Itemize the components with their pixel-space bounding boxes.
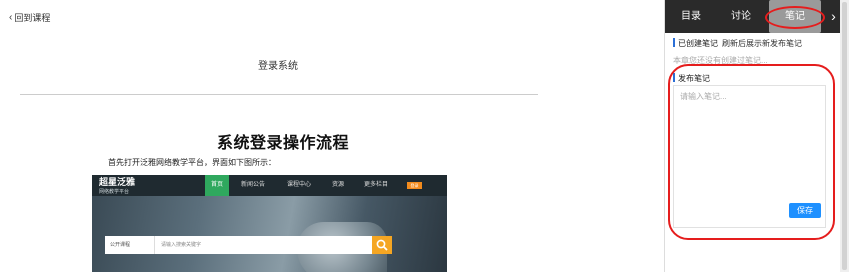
screenshot-nav-item: 课程中心	[286, 182, 311, 188]
back-label: 回到课程	[14, 13, 51, 23]
screenshot-nav-item: 首页	[205, 175, 229, 196]
screenshot-search-placeholder: 请输入搜索关键字	[161, 242, 202, 248]
screenshot-nav-item: 新闻公告	[240, 182, 265, 188]
back-to-course-link[interactable]: ‹ 回到课程	[9, 11, 50, 24]
scrollbar[interactable]	[840, 0, 849, 272]
annotation-ellipse-tab	[765, 6, 825, 29]
screenshot-search-bar: 公开课程 请输入搜索关键字	[105, 236, 385, 254]
screenshot-badge: 登录	[407, 182, 422, 189]
chevron-right-icon[interactable]: ›	[826, 0, 841, 33]
refresh-hint: 刷新后展示新发布笔记	[722, 39, 802, 48]
notes-side-panel: 目录 讨论 笔记 › 已创建笔记 刷新后展示新发布笔记 本章您还没有创建过笔记..…	[664, 0, 841, 272]
screenshot-search-button	[372, 236, 392, 254]
screenshot-nav-item: 更多栏目	[363, 182, 388, 188]
screenshot-logo-text: 超星泛雅	[99, 177, 136, 187]
document-intro: 首先打开泛雅网络教学平台，界面如下图所示：	[108, 158, 276, 167]
chapter-title: 登录系统	[258, 61, 298, 72]
screenshot-logo: 超星泛雅 网络教学平台	[99, 177, 135, 197]
screenshot-nav-item: 资源	[331, 182, 344, 188]
screenshot-hero-image	[92, 196, 447, 272]
screenshot-navbar: 超星泛雅 网络教学平台 首页 新闻公告 课程中心 资源 更多栏目 登录	[92, 175, 447, 196]
created-notes-header: 已创建笔记 刷新后展示新发布笔记	[673, 38, 802, 49]
tab-catalog[interactable]: 目录	[675, 0, 707, 33]
annotation-ellipse-compose	[668, 64, 835, 240]
tab-discussion[interactable]: 讨论	[725, 0, 757, 33]
platform-screenshot: 超星泛雅 网络教学平台 首页 新闻公告 课程中心 资源 更多栏目 登录 公开课程…	[92, 175, 447, 272]
scrollbar-thumb[interactable]	[842, 2, 847, 270]
screenshot-search-scope: 公开课程	[105, 236, 155, 254]
section-marker	[673, 38, 675, 47]
divider	[20, 94, 538, 95]
chevron-left-icon: ‹	[9, 12, 13, 23]
document-heading: 系统登录操作流程	[217, 135, 350, 152]
created-notes-label: 已创建笔记	[678, 39, 718, 48]
search-icon	[376, 239, 388, 251]
panel-tab-bar: 目录 讨论 笔记 ›	[665, 0, 841, 33]
